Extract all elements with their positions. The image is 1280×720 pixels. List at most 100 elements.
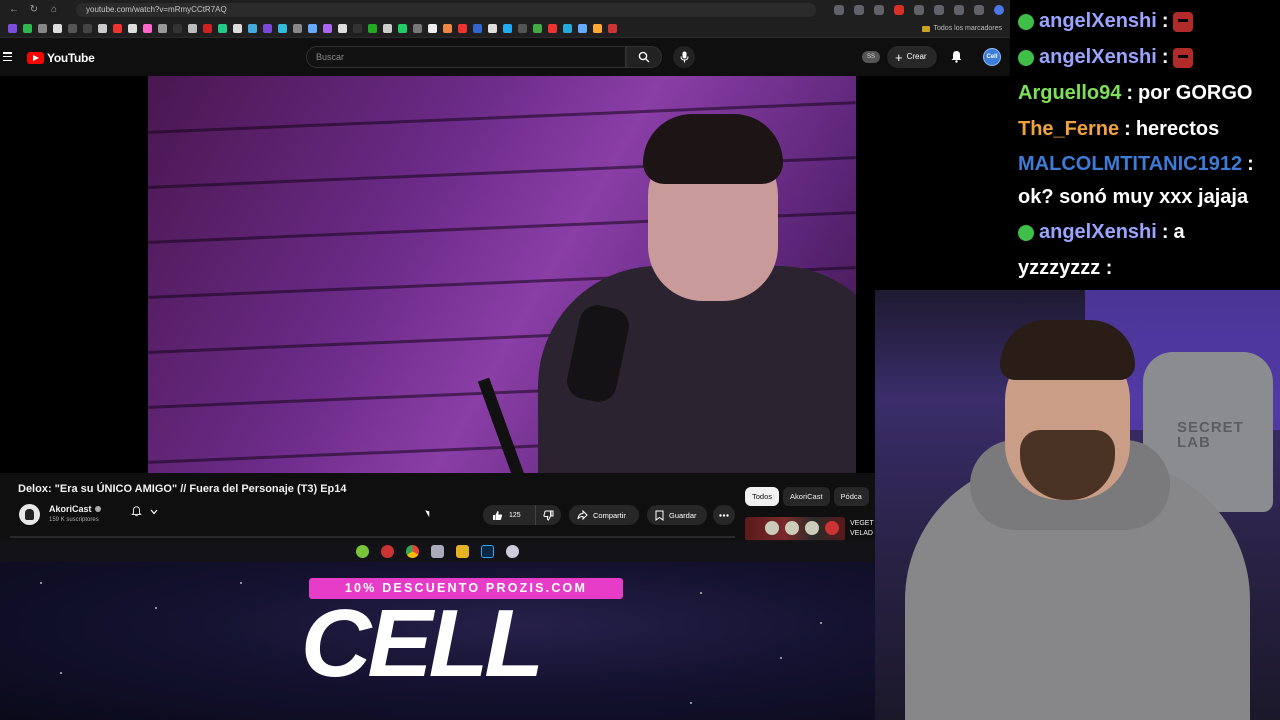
subscription-notifications-button[interactable] — [131, 506, 158, 517]
like-button[interactable]: 125 — [483, 505, 536, 525]
bookmark-icon[interactable] — [353, 24, 362, 33]
recommended-video-thumbnail[interactable] — [745, 517, 845, 541]
more-horizontal-icon — [719, 513, 729, 517]
notifications-button[interactable] — [950, 50, 963, 68]
more-actions-button[interactable] — [713, 505, 735, 525]
extension-icon[interactable] — [914, 5, 924, 15]
bookmark-icon[interactable] — [443, 24, 452, 33]
bookmark-icon[interactable] — [293, 24, 302, 33]
bookmark-icon[interactable] — [428, 24, 437, 33]
bookmark-icon[interactable] — [83, 24, 92, 33]
dislike-button[interactable] — [536, 510, 561, 521]
bookmark-icon[interactable] — [248, 24, 257, 33]
chat-message-continuation: ok? sonó muy xxx jajaja — [1018, 186, 1249, 208]
bookmark-icon[interactable] — [308, 24, 317, 33]
bell-icon — [131, 506, 142, 517]
bookmark-icon[interactable] — [578, 24, 587, 33]
folder-icon[interactable] — [456, 544, 469, 558]
bookmark-icon[interactable] — [68, 24, 77, 33]
emote-icon — [1173, 47, 1194, 68]
bookmark-icon[interactable] — [203, 24, 212, 33]
app-icon[interactable] — [506, 544, 519, 558]
promo-code: CELL — [300, 590, 544, 697]
reload-icon[interactable]: ↻ — [28, 4, 40, 16]
extension-icon[interactable] — [834, 5, 844, 15]
menu-icon[interactable] — [3, 52, 12, 61]
stream-overlay-background: 10% DESCUENTO PROZIS.COM CELL — [0, 562, 875, 720]
chat-message: angelXenshi : — [1018, 46, 1194, 69]
bookmark-icon[interactable] — [263, 24, 272, 33]
bookmark-icon[interactable] — [593, 24, 602, 33]
app-icon[interactable] — [381, 544, 394, 558]
bookmark-icon[interactable] — [608, 24, 617, 33]
profile-icon[interactable] — [994, 5, 1004, 15]
bookmark-star-icon[interactable] — [874, 5, 884, 15]
account-avatar[interactable]: Cell — [983, 48, 1001, 66]
bookmark-icon[interactable] — [368, 24, 377, 33]
bookmark-icon[interactable] — [173, 24, 182, 33]
bookmark-icon[interactable] — [383, 24, 392, 33]
webcam-feed: SECRET LAB — [875, 290, 1280, 720]
photoshop-icon[interactable] — [481, 544, 494, 558]
bookmark-icon[interactable] — [38, 24, 47, 33]
bookmark-icon[interactable] — [518, 24, 527, 33]
bookmark-icon[interactable] — [323, 24, 332, 33]
bookmark-icon[interactable] — [143, 24, 152, 33]
search-input[interactable]: Buscar — [306, 46, 626, 68]
extension-icon[interactable] — [894, 5, 904, 15]
puzzle-icon[interactable] — [954, 5, 964, 15]
ss-badge[interactable]: SS — [862, 51, 880, 63]
bookmark-icon[interactable] — [503, 24, 512, 33]
channel-name[interactable]: AkoriCast — [49, 504, 101, 514]
video-player[interactable] — [148, 76, 856, 473]
bookmark-icon[interactable] — [398, 24, 407, 33]
chip-todos[interactable]: Todos — [745, 487, 780, 506]
recommended-video-title[interactable]: VEGET VELAD — [850, 519, 875, 539]
channel-avatar[interactable] — [19, 504, 40, 525]
search-button[interactable] — [626, 46, 662, 68]
bookmark-icon[interactable] — [53, 24, 62, 33]
youtube-logo[interactable]: YouTube — [27, 51, 95, 65]
app-icon[interactable] — [431, 544, 444, 558]
home-icon[interactable]: ⌂ — [48, 4, 60, 16]
chip-podcasts[interactable]: Pódca — [833, 487, 869, 506]
bookmark-icon[interactable] — [218, 24, 227, 33]
voice-search-button[interactable] — [673, 46, 695, 68]
bookmark-icon[interactable] — [158, 24, 167, 33]
zoom-icon[interactable] — [854, 5, 864, 15]
save-bookmark-icon — [655, 510, 664, 521]
bookmark-icon[interactable] — [458, 24, 467, 33]
chat-message: Arguello94 : por GORGO — [1018, 82, 1253, 104]
bookmark-icon[interactable] — [533, 24, 542, 33]
bookmark-icon[interactable] — [488, 24, 497, 33]
mouse-cursor — [425, 508, 432, 518]
extension-icon[interactable] — [934, 5, 944, 15]
create-button[interactable]: + Crear — [887, 46, 937, 68]
chat-message: angelXenshi : a — [1018, 221, 1185, 244]
menu-icon[interactable] — [974, 5, 984, 15]
bookmark-icon[interactable] — [128, 24, 137, 33]
bookmark-icon[interactable] — [233, 24, 242, 33]
bookmark-icon[interactable] — [548, 24, 557, 33]
extensions — [834, 5, 1004, 15]
bookmark-icon[interactable] — [8, 24, 17, 33]
verified-icon — [94, 506, 101, 512]
save-button[interactable]: Guardar — [647, 505, 707, 525]
app-icon[interactable] — [356, 544, 369, 558]
bookmark-icon[interactable] — [188, 24, 197, 33]
all-bookmarks-folder[interactable]: Todos los marcadores — [921, 25, 1002, 32]
bookmark-icon[interactable] — [338, 24, 347, 33]
bookmark-icon[interactable] — [278, 24, 287, 33]
bookmark-icon[interactable] — [563, 24, 572, 33]
bookmark-icon[interactable] — [473, 24, 482, 33]
share-button[interactable]: Compartir — [569, 505, 639, 525]
address-bar[interactable]: youtube.com/watch?v=mRmyCCtR7AQ — [76, 3, 816, 17]
bookmark-icon[interactable] — [23, 24, 32, 33]
bookmark-icon[interactable] — [113, 24, 122, 33]
chip-akoricast[interactable]: AkoriCast — [783, 487, 830, 506]
back-icon[interactable]: ← — [8, 4, 20, 16]
chrome-icon[interactable] — [406, 544, 419, 558]
bookmark-icon[interactable] — [98, 24, 107, 33]
bookmark-icon[interactable] — [413, 24, 422, 33]
person-hair — [643, 114, 783, 184]
